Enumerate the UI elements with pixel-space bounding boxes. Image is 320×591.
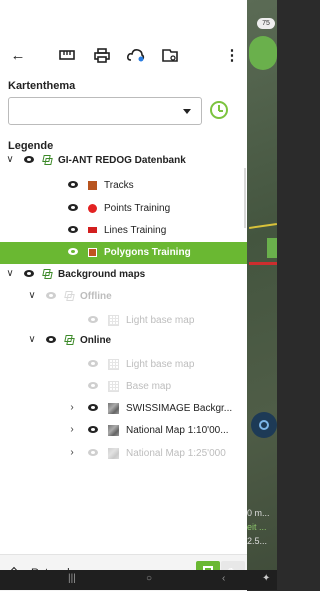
clock-icon[interactable] — [210, 101, 228, 119]
chevron-down-icon[interactable]: ∨ — [4, 154, 16, 166]
nav-back-icon[interactable]: ‹ — [222, 573, 225, 584]
dot-symbol-icon — [88, 204, 97, 213]
eye-off-icon[interactable] — [88, 316, 98, 323]
panel-toolbar: ← ⋮ — [0, 40, 247, 70]
layer-national-map-25000[interactable]: › National Map 1:25'000 — [0, 443, 247, 465]
layer-group-offline[interactable]: ∨ Offline — [0, 286, 247, 308]
layer-label: Light base map — [126, 315, 195, 326]
eye-icon[interactable] — [88, 404, 98, 411]
layer-label: GI-ANT REDOG Datenbank — [58, 155, 186, 166]
search-fab-button[interactable] — [249, 36, 277, 70]
square-symbol-icon — [88, 181, 97, 190]
layers-settings-icon[interactable] — [160, 45, 180, 65]
dropdown-caret-icon — [183, 109, 191, 114]
layer-label: Online — [80, 335, 112, 346]
map-scale-text-3: 2.5... — [247, 536, 268, 546]
eye-icon[interactable] — [68, 181, 78, 188]
recents-icon[interactable]: ||| — [68, 573, 76, 584]
chevron-down-icon[interactable]: ∨ — [4, 268, 16, 280]
eye-icon[interactable] — [88, 426, 98, 433]
scrollbar[interactable] — [244, 168, 246, 228]
layer-stack-icon — [42, 155, 52, 166]
layer-label: National Map 1:25'000 — [126, 448, 226, 459]
grid-map-icon — [108, 315, 119, 326]
layer-group-background-maps[interactable]: ∨ Background maps — [0, 264, 247, 286]
chevron-down-icon[interactable]: ∨ — [26, 290, 38, 302]
accessibility-icon[interactable]: ✦ — [262, 573, 270, 584]
layer-polygons-training[interactable]: Polygons Training — [0, 242, 247, 264]
layer-lines-training[interactable]: Lines Training — [0, 220, 247, 242]
chevron-right-icon[interactable]: › — [66, 424, 78, 436]
layer-label: Polygons Training — [104, 247, 191, 258]
layer-stack-icon — [64, 335, 74, 346]
satellite-thumb-icon — [108, 403, 119, 414]
map-thumb-icon — [108, 425, 119, 436]
cloud-icon[interactable] — [126, 45, 146, 65]
back-arrow-icon[interactable]: ← — [8, 45, 28, 65]
print-icon[interactable] — [92, 45, 112, 65]
layer-points-training[interactable]: Points Training — [0, 198, 247, 220]
layer-panel: ← ⋮ Kartenthema Legende ∨ GI-ANT REDOG D… — [0, 0, 247, 591]
eye-icon[interactable] — [24, 156, 34, 163]
polygon-symbol-icon — [88, 248, 97, 257]
layer-tracks[interactable]: Tracks — [0, 175, 247, 197]
line-symbol-icon — [88, 227, 97, 233]
status-badge: 75 — [257, 18, 275, 29]
layer-label: Light base map — [126, 359, 195, 370]
eye-icon[interactable] — [46, 336, 56, 343]
eye-icon[interactable] — [68, 248, 78, 255]
map-polygon — [267, 238, 277, 258]
layer-label: Base map — [126, 381, 172, 392]
layer-stack-icon — [42, 269, 52, 280]
layer-label: Points Training — [104, 203, 171, 214]
layer-label: National Map 1:10'00... — [126, 425, 229, 436]
layer-label: SWISSIMAGE Backgr... — [126, 403, 233, 414]
more-vert-icon[interactable]: ⋮ — [222, 45, 242, 65]
kartenthema-select[interactable] — [8, 97, 202, 125]
map-view[interactable]: 75 — [247, 0, 278, 590]
eye-icon[interactable] — [68, 226, 78, 233]
map-thumb-icon — [108, 448, 119, 459]
map-line-training — [249, 262, 277, 265]
layer-online-light-base-map[interactable]: Light base map — [0, 354, 247, 376]
kartenthema-label: Kartenthema — [8, 80, 76, 92]
layer-national-map-10000[interactable]: › National Map 1:10'00... — [0, 420, 247, 442]
layer-base-map[interactable]: Base map — [0, 376, 247, 398]
layer-group-gi-ant[interactable]: ∨ GI-ANT REDOG Datenbank — [0, 150, 247, 172]
grid-map-icon — [108, 359, 119, 370]
layer-stack-icon — [64, 291, 74, 302]
android-nav-bar: ||| ○ ‹ ✦ — [0, 570, 277, 590]
layer-label: Background maps — [58, 269, 146, 280]
chevron-right-icon[interactable]: › — [66, 402, 78, 414]
eye-icon[interactable] — [24, 270, 34, 277]
grid-map-icon — [108, 381, 119, 392]
layer-group-online[interactable]: ∨ Online — [0, 330, 247, 352]
eye-off-icon[interactable] — [88, 449, 98, 456]
layer-label: Tracks — [104, 180, 134, 191]
my-location-button[interactable] — [251, 412, 277, 438]
eye-off-icon[interactable] — [88, 382, 98, 389]
chevron-down-icon[interactable]: ∨ — [26, 334, 38, 346]
home-circle-icon[interactable]: ○ — [146, 573, 152, 584]
layer-offline-light-base-map[interactable]: Light base map — [0, 310, 247, 332]
layer-label: Offline — [80, 291, 112, 302]
map-scale-text-2: eit ... — [247, 522, 267, 532]
eye-off-icon[interactable] — [46, 292, 56, 299]
eye-icon[interactable] — [68, 204, 78, 211]
eye-off-icon[interactable] — [88, 360, 98, 367]
map-track-line — [248, 223, 278, 229]
map-scale-text-1: 0 m... — [247, 508, 270, 518]
layer-swissimage[interactable]: › SWISSIMAGE Backgr... — [0, 398, 247, 420]
chevron-right-icon[interactable]: › — [66, 447, 78, 459]
layer-label: Lines Training — [104, 225, 167, 236]
ruler-icon[interactable] — [57, 45, 77, 65]
